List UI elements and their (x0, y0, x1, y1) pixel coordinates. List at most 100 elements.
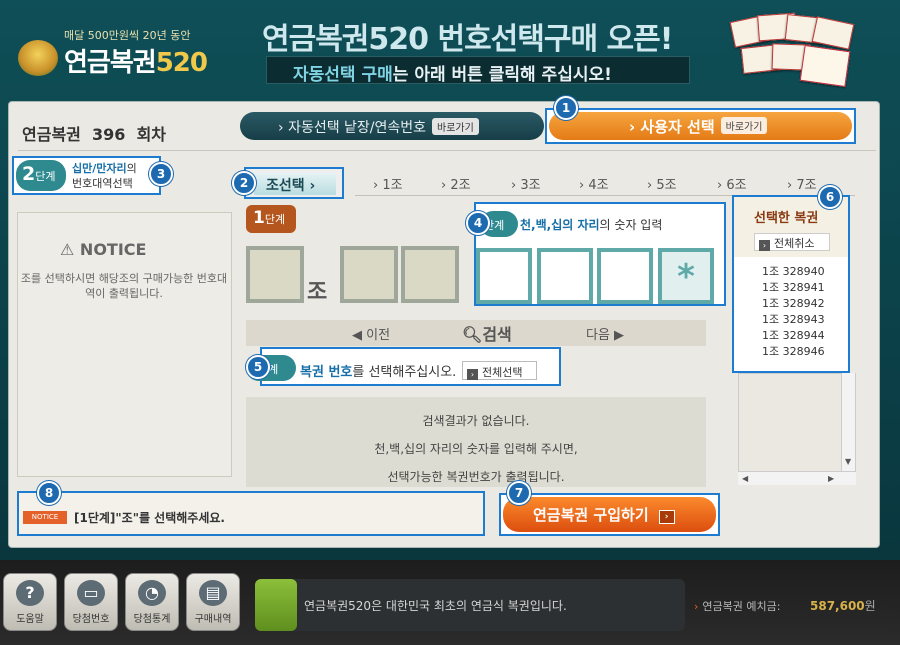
help-button[interactable]: ? 도움말 (3, 573, 57, 631)
winning-numbers-label: 당첨번호 (72, 614, 110, 625)
logo[interactable]: 연금복권520 (64, 42, 208, 79)
winning-numbers-button[interactable]: ▭ 당첨번호 (64, 573, 118, 631)
logo-emblem-icon (18, 40, 58, 76)
thousands-digit-input[interactable] (476, 248, 532, 304)
scroll-right-icon[interactable]: ▶ (828, 474, 834, 483)
tab-jo-6-label: 6조 (726, 178, 747, 193)
step2-text: 십만/만자리의 번호대역선택 (72, 161, 137, 191)
jo-slot[interactable] (246, 246, 304, 303)
jo-tabs: › 1조 › 2조 › 3조 › 4조 › 5조 › 6조 › 7조 (355, 172, 855, 196)
user-select-go: 바로가기 (720, 117, 768, 134)
auto-select-label: 자동선택 낱장/연속번호 (288, 120, 427, 136)
tab-jo-4-label: 4조 (588, 178, 609, 193)
jo-select-frame: 조선택 › (244, 167, 344, 199)
purchase-history-button[interactable]: ▤ 구매내역 (186, 573, 240, 631)
step2-text-hl: 십만/만자리 (72, 162, 127, 175)
scroll-left-icon[interactable]: ◀ (742, 474, 748, 483)
ticker-text: 연금복권520은 대한민국 최초의 연금식 복권입니다. (304, 599, 567, 613)
selected-item[interactable]: 1조 328944 (762, 327, 825, 343)
chevron-right-icon: › (309, 178, 316, 194)
user-select-frame: › 사용자 선택 바로가기 (545, 108, 856, 144)
step2-num: 2 (22, 163, 36, 185)
step-marker-6: 6 (818, 185, 842, 209)
search-icon: 🔍︎ (462, 325, 483, 344)
tab-jo-7-label: 7조 (796, 178, 817, 193)
step-marker-4: 4 (466, 211, 490, 235)
header-subtitle-highlight: 자동선택 구매 (293, 65, 393, 85)
logo-name: 연금복권 (64, 48, 157, 78)
selected-item[interactable]: 1조 328943 (762, 311, 825, 327)
round-label: 연금복권 (22, 125, 81, 144)
help-label: 도움말 (16, 614, 44, 625)
auto-select-go: 바로가기 (432, 118, 479, 135)
search-result-box: 검색결과가 없습니다. 천,백,십의 자리의 숫자를 입력해 주시면, 선택가능… (246, 397, 706, 487)
tab-jo-select-label: 조선택 (266, 178, 305, 194)
round-suffix: 회차 (136, 125, 167, 144)
step2-text-rest: 의 (126, 162, 137, 175)
step2-unit: 단계 (35, 170, 56, 183)
buy-button[interactable]: 연금복권 구입하기 › (503, 497, 716, 532)
step1-unit: 단계 (264, 213, 286, 226)
result-line-2: 천,백,십의 자리의 숫자를 입력해 주시면, (374, 442, 578, 456)
selected-item[interactable]: 1조 328941 (762, 279, 825, 295)
tab-jo-select[interactable]: 조선택 › (254, 173, 336, 195)
tab-jo-1-label: 1조 (382, 178, 403, 193)
prev-button[interactable]: ◀ 이전 (352, 324, 390, 343)
warning-icon: ⚠ (60, 240, 75, 259)
ones-digit-wildcard: * (658, 248, 714, 304)
step4-text-hl: 천,백,십의 자리 (520, 218, 600, 232)
hundreds-digit-input[interactable] (537, 248, 593, 304)
step2-badge: 2단계 (16, 160, 66, 191)
tickets-image (728, 12, 855, 92)
header-subtitle: 자동선택 구매는 아래 버튼 클릭해 주십시오! (266, 56, 690, 85)
result-line-1: 검색결과가 없습니다. (422, 414, 530, 428)
select-all-button[interactable]: › 전체선택 (462, 361, 537, 380)
tab-jo-6[interactable]: › 6조 (717, 174, 747, 193)
tv-icon: ▭ (77, 580, 105, 606)
selected-scroll-area[interactable] (738, 373, 856, 485)
arrow-icon: › (467, 369, 478, 380)
notice-tag: NOTICE (23, 511, 67, 524)
tab-jo-7[interactable]: › 7조 (787, 174, 817, 193)
selected-title: 선택한 복권 (754, 211, 819, 226)
notice-title-text: NOTICE (79, 240, 147, 259)
selected-item[interactable]: 1조 328946 (762, 343, 825, 359)
step-marker-2: 2 (232, 171, 256, 195)
logo-tagline: 매달 500만원씩 20년 동안 (64, 29, 191, 42)
ten-thousand-slot[interactable] (401, 246, 459, 303)
select-all-label: 전체선택 (482, 366, 523, 379)
tab-jo-2[interactable]: › 2조 (441, 174, 471, 193)
step5-text: 복권 번호를 선택해주십시오. (300, 361, 456, 380)
tab-jo-3-label: 3조 (520, 178, 541, 193)
selected-item[interactable]: 1조 328940 (762, 263, 825, 279)
next-button[interactable]: 다음 ▶ (586, 324, 624, 343)
step1-badge: 1단계 (246, 205, 296, 233)
deposit-label: 연금복권 예치금: (694, 598, 780, 614)
step5-text-hl: 복권 번호 (300, 365, 353, 380)
hundred-thousand-slot[interactable] (340, 246, 398, 303)
tab-jo-4[interactable]: › 4조 (579, 174, 609, 193)
deposit-value: 587,600원 (810, 597, 876, 614)
round-title: 연금복권 396 회차 (22, 121, 166, 145)
step-marker-3: 3 (149, 162, 173, 186)
scroll-down-icon[interactable]: ▼ (845, 457, 851, 466)
step4-text-rest: 의 숫자 입력 (599, 218, 663, 232)
search-button[interactable]: 🔍︎검색 (462, 321, 512, 345)
user-select-button[interactable]: › 사용자 선택 바로가기 (549, 112, 852, 140)
arrow-icon: › (759, 240, 770, 251)
selected-item[interactable]: 1조 328942 (762, 295, 825, 311)
tab-jo-3[interactable]: › 3조 (511, 174, 541, 193)
chart-icon: ◔ (138, 580, 166, 606)
tab-jo-5[interactable]: › 5조 (647, 174, 677, 193)
step2-box: 2단계 십만/만자리의 번호대역선택 (12, 156, 161, 195)
microphone-icon (255, 579, 297, 631)
vertical-scrollbar[interactable]: ▼ (841, 373, 855, 473)
cancel-all-button[interactable]: › 전체취소 (754, 233, 830, 251)
tab-jo-1[interactable]: › 1조 (373, 174, 403, 193)
horizontal-scrollbar[interactable]: ◀ ▶ (738, 471, 856, 485)
tens-digit-input[interactable] (597, 248, 653, 304)
auto-select-button[interactable]: › 자동선택 낱장/연속번호 바로가기 (240, 112, 544, 140)
deposit-unit: 원 (864, 599, 876, 613)
winning-stats-button[interactable]: ◔ 당첨통계 (125, 573, 179, 631)
step-marker-5: 5 (246, 355, 270, 379)
